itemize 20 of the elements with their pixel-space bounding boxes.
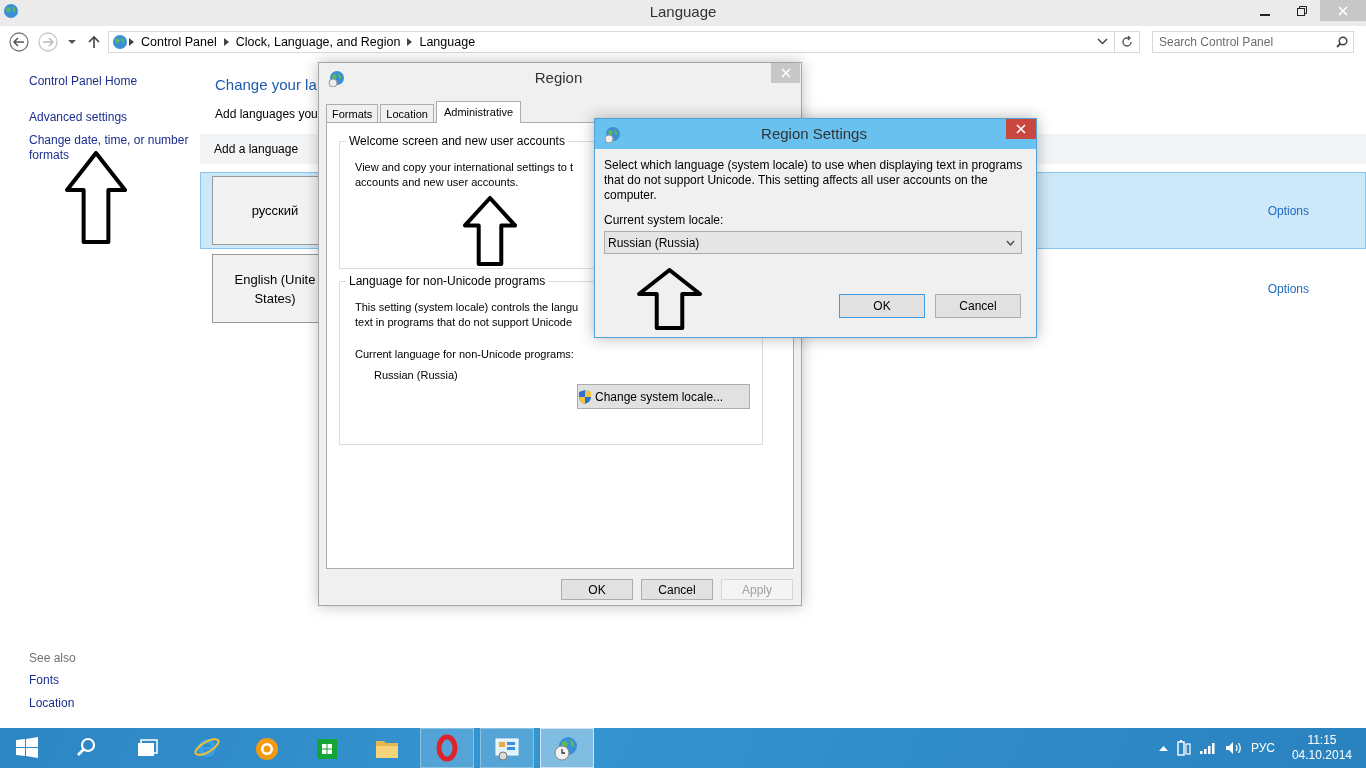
description-line: text in programs that do not support Unicode [355,315,573,330]
group-title: Language for non-Unicode programs [348,274,547,288]
dialog-title: Region [533,68,584,88]
see-also-heading: See also [29,651,76,665]
language-name: English (Unite States) [234,270,316,308]
intro-text: Add languages you [215,107,318,121]
clock-date: 04.10.2014 [1291,748,1352,763]
description-text: Select which language (system locale) to use when displaying text in programs that do not support Unicode. This setting affects all user accounts on the computer. [604,158,1024,203]
field-label: Current system locale: [604,213,725,227]
clock-time: 11:15 [1307,733,1337,748]
window-title: Language [649,2,717,22]
description-line: This setting (system locale) controls the langu [355,300,579,315]
current-language-value: Russian (Russia) [374,369,458,381]
description-line: accounts and new user accounts. [355,175,519,190]
current-language-label: Current language for non-Unicode programs: [355,348,574,360]
language-name: русский [251,202,299,220]
description-line: View and copy your international settings to t [355,160,574,175]
group-title: Welcome screen and new user accounts [348,134,566,148]
dialog-title: Region Settings [760,124,868,144]
page-heading: Change your la [215,76,317,93]
